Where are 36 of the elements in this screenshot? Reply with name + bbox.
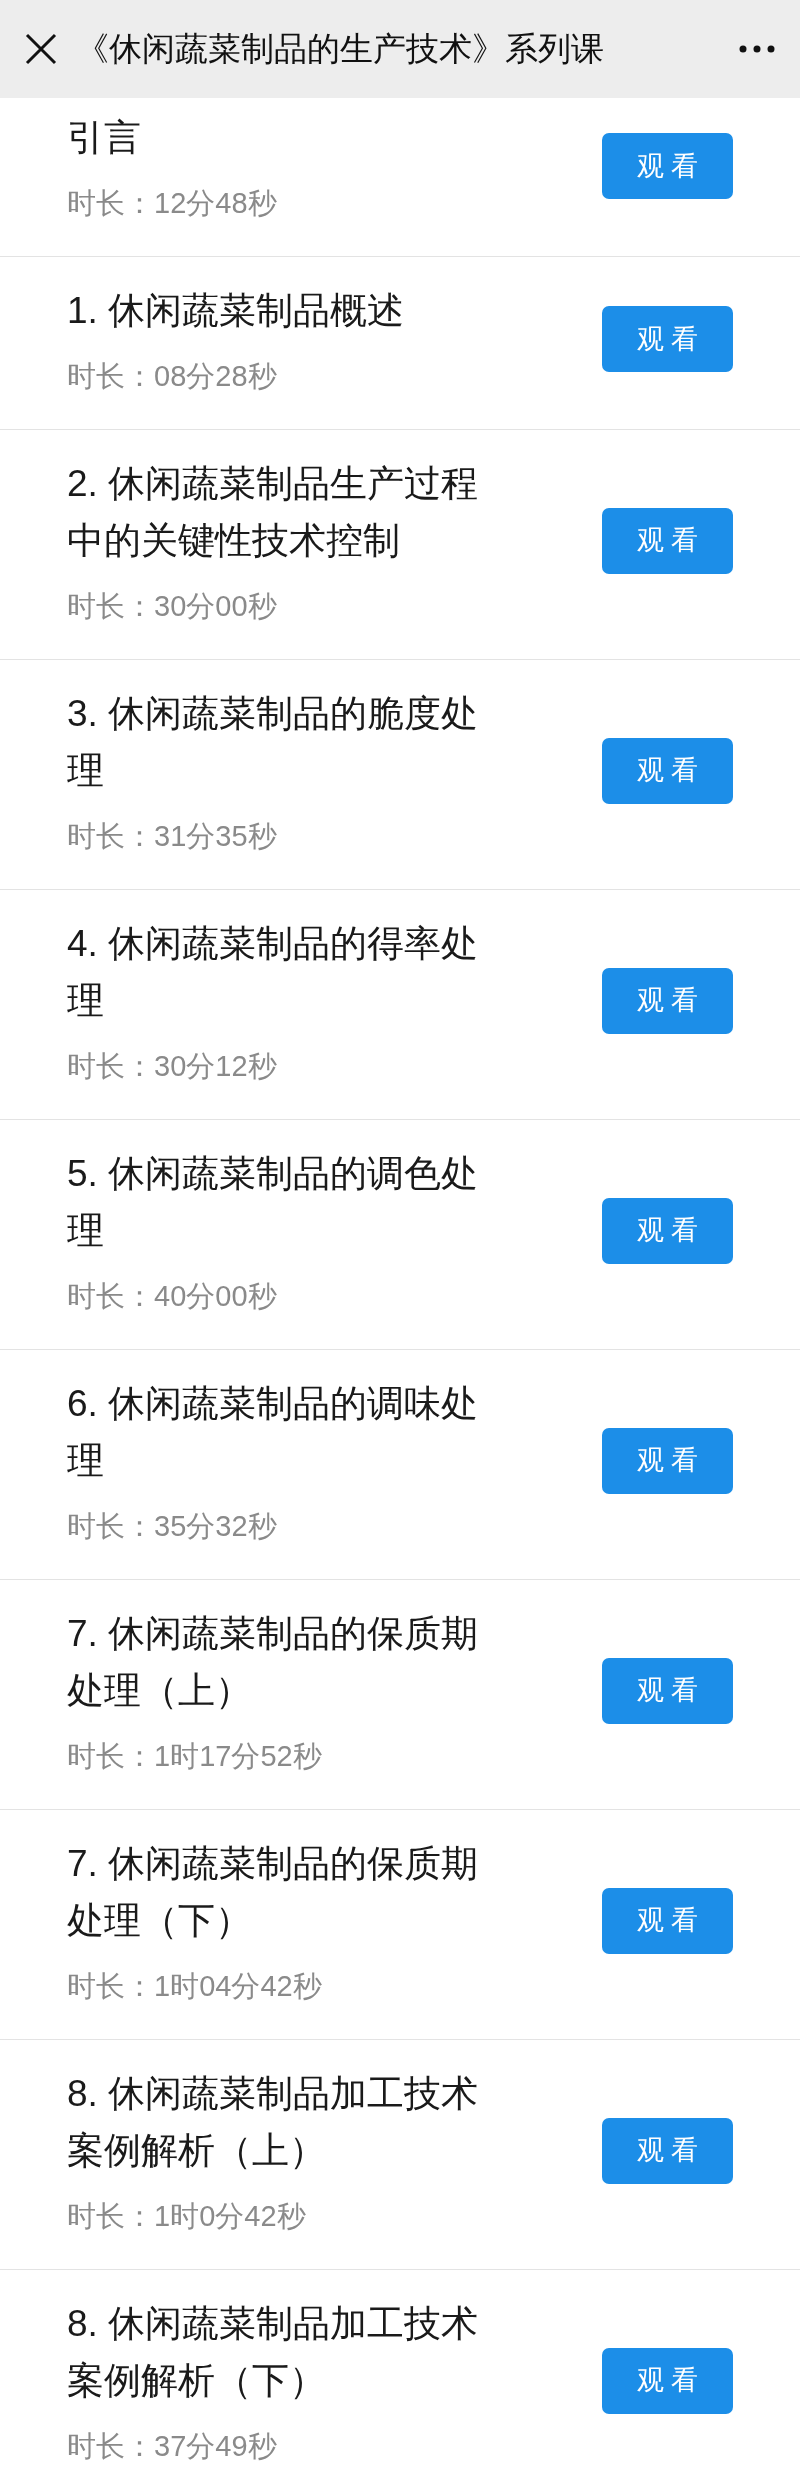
lesson-title: 4. 休闲蔬菜制品的得率处理 — [67, 922, 480, 1023]
lesson-duration: 时长：30分00秒 — [67, 589, 277, 624]
watch-button[interactable]: 观 看 — [602, 1657, 733, 1724]
lesson-duration: 时长：31分35秒 — [67, 819, 277, 854]
lesson-duration: 时长：35分32秒 — [67, 1509, 277, 1544]
lesson-title: 7. 休闲蔬菜制品的保质期处理（下） — [67, 1842, 480, 1943]
lesson-title: 3. 休闲蔬菜制品的脆度处理 — [67, 692, 480, 793]
lesson-title: 5. 休闲蔬菜制品的调色处理 — [67, 1152, 480, 1253]
watch-button[interactable]: 观 看 — [602, 2347, 733, 2414]
watch-button[interactable]: 观 看 — [602, 967, 733, 1034]
lesson-duration: 时长：12分48秒 — [67, 186, 277, 221]
watch-button[interactable]: 观 看 — [602, 1887, 733, 1954]
lesson-duration: 时长：30分12秒 — [67, 1049, 277, 1084]
lesson-title: 8. 休闲蔬菜制品加工技术案例解析（下） — [67, 2302, 480, 2403]
watch-button[interactable]: 观 看 — [602, 1427, 733, 1494]
watch-button[interactable]: 观 看 — [602, 737, 733, 804]
lesson-title: 2. 休闲蔬菜制品生产过程中的关键性技术控制 — [67, 462, 480, 563]
lesson-title: 6. 休闲蔬菜制品的调味处理 — [67, 1382, 480, 1483]
lesson-duration: 时长：1时0分42秒 — [67, 2199, 306, 2234]
lesson-duration: 时长：37分49秒 — [67, 2429, 277, 2464]
watch-button[interactable]: 观 看 — [602, 2117, 733, 2184]
watch-button[interactable]: 观 看 — [602, 306, 733, 372]
watch-button[interactable]: 观 看 — [602, 1197, 733, 1264]
page-title: 《休闲蔬菜制品的生产技术》系列课 — [76, 29, 604, 70]
lesson-title: 引言 — [67, 116, 142, 160]
lesson-duration: 时长：1时04分42秒 — [67, 1969, 322, 2004]
more-icon[interactable] — [738, 44, 776, 54]
close-icon[interactable] — [24, 32, 58, 66]
lesson-duration: 时长：1时17分52秒 — [67, 1739, 322, 1774]
lesson-title: 7. 休闲蔬菜制品的保质期处理（上） — [67, 1612, 480, 1713]
lesson-duration: 时长：40分00秒 — [67, 1279, 277, 1314]
lesson-title: 1. 休闲蔬菜制品概述 — [67, 289, 406, 333]
lesson-title: 8. 休闲蔬菜制品加工技术案例解析（上） — [67, 2072, 480, 2173]
lesson-duration: 时长：08分28秒 — [67, 359, 277, 394]
watch-button[interactable]: 观 看 — [602, 507, 733, 574]
watch-button[interactable]: 观 看 — [602, 133, 733, 199]
